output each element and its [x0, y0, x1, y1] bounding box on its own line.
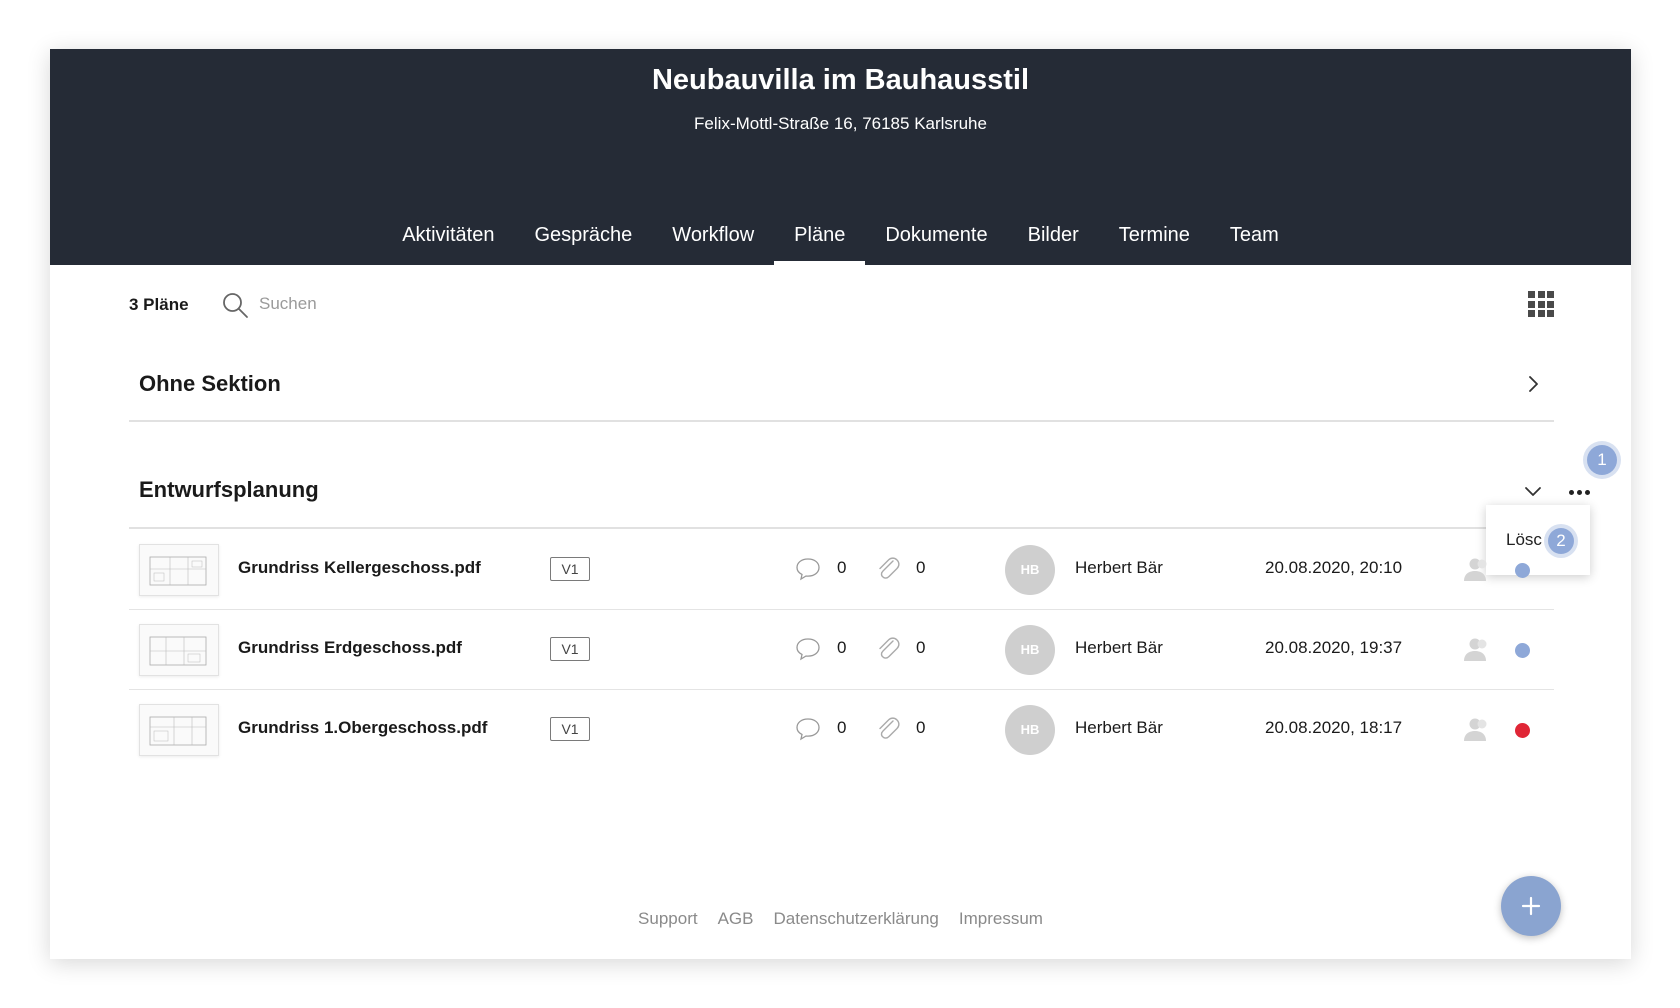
add-plan-button[interactable] — [1501, 876, 1561, 936]
person-icon[interactable] — [1462, 635, 1492, 665]
chevron-right-icon[interactable] — [1521, 372, 1545, 396]
grid-view-icon[interactable] — [1528, 291, 1554, 317]
user-name: Herbert Bär — [1075, 718, 1163, 737]
project-header: Neubauvilla im Bauhausstil Felix-Mottl-S… — [50, 49, 1631, 265]
paperclip-icon — [879, 637, 900, 659]
main-nav: Aktivitäten Gespräche Workflow Pläne Dok… — [50, 195, 1631, 265]
plan-thumbnail[interactable] — [139, 624, 219, 676]
footer-link-agb[interactable]: AGB — [718, 909, 754, 929]
version-badge: V1 — [550, 717, 590, 741]
file-name[interactable]: Grundriss Erdgeschoss.pdf — [238, 638, 462, 658]
attachment-count: 0 — [916, 558, 926, 577]
user-name: Herbert Bär — [1075, 638, 1163, 657]
user-name: Herbert Bär — [1075, 558, 1163, 577]
tab-bilder[interactable]: Bilder — [1008, 195, 1099, 265]
section-title: Entwurfsplanung — [139, 477, 319, 502]
version-badge: V1 — [550, 557, 590, 581]
footer: Support AGB Datenschutzerklärung Impress… — [50, 909, 1631, 929]
tab-dokumente[interactable]: Dokumente — [865, 195, 1007, 265]
tab-gespraeche[interactable]: Gespräche — [514, 195, 652, 265]
file-name[interactable]: Grundriss 1.Obergeschoss.pdf — [238, 718, 487, 738]
comment-icon — [796, 718, 820, 741]
status-dot — [1515, 723, 1530, 738]
file-name[interactable]: Grundriss Kellergeschoss.pdf — [238, 558, 481, 578]
plans-toolbar: 3 Pläne — [129, 289, 1554, 319]
tab-workflow[interactable]: Workflow — [652, 195, 774, 265]
attachment-count: 0 — [916, 718, 926, 737]
chevron-down-icon[interactable] — [1521, 479, 1545, 503]
search-icon[interactable] — [221, 291, 249, 319]
section-ohne-sektion[interactable]: Ohne Sektion — [129, 350, 1554, 422]
avatar: HB — [1005, 625, 1055, 675]
plan-thumbnail[interactable] — [139, 544, 219, 596]
file-row[interactable]: Grundriss Kellergeschoss.pdf V1 0 0 HB H… — [129, 530, 1554, 610]
section-title: Ohne Sektion — [139, 371, 281, 396]
footer-link-impressum[interactable]: Impressum — [959, 909, 1043, 929]
person-icon[interactable] — [1462, 715, 1492, 745]
footer-link-datenschutz[interactable]: Datenschutzerklärung — [774, 909, 939, 929]
tab-team[interactable]: Team — [1210, 195, 1299, 265]
tab-aktivitaeten[interactable]: Aktivitäten — [382, 195, 514, 265]
section-entwurfsplanung[interactable]: Entwurfsplanung — [129, 422, 1554, 529]
comment-count: 0 — [837, 638, 847, 657]
version-badge: V1 — [550, 637, 590, 661]
file-row[interactable]: Grundriss Erdgeschoss.pdf V1 0 0 HB Herb… — [129, 610, 1554, 690]
search-input[interactable] — [259, 289, 559, 319]
plan-thumbnail[interactable] — [139, 704, 219, 756]
comment-icon — [796, 558, 820, 581]
attachment-count: 0 — [916, 638, 926, 657]
more-options-icon[interactable] — [1569, 490, 1590, 495]
paperclip-icon — [879, 557, 900, 579]
upload-date: 20.08.2020, 18:17 — [1265, 718, 1403, 737]
comment-icon — [796, 638, 820, 661]
plan-count: 3 Pläne — [129, 295, 189, 314]
footer-link-support[interactable]: Support — [638, 909, 698, 929]
status-dot — [1515, 563, 1530, 578]
project-title: Neubauvilla im Bauhausstil — [651, 64, 1030, 96]
person-icon[interactable] — [1462, 555, 1492, 585]
upload-date: 20.08.2020, 20:10 — [1265, 558, 1403, 577]
comment-count: 0 — [837, 718, 847, 737]
tab-termine[interactable]: Termine — [1099, 195, 1210, 265]
tab-plaene[interactable]: Pläne — [774, 195, 866, 265]
project-address: Felix-Mottl-Straße 16, 76185 Karlsruhe — [694, 114, 987, 133]
file-row[interactable]: Grundriss 1.Obergeschoss.pdf V1 0 0 HB H… — [129, 690, 1554, 770]
avatar: HB — [1005, 705, 1055, 755]
plus-icon — [1521, 896, 1541, 916]
comment-count: 0 — [837, 558, 847, 577]
avatar: HB — [1005, 545, 1055, 595]
app-window: Neubauvilla im Bauhausstil Felix-Mottl-S… — [50, 49, 1631, 959]
paperclip-icon — [879, 717, 900, 739]
upload-date: 20.08.2020, 19:37 — [1265, 638, 1403, 657]
annotation-badge-1: 1 — [1587, 445, 1617, 475]
status-dot — [1515, 643, 1530, 658]
